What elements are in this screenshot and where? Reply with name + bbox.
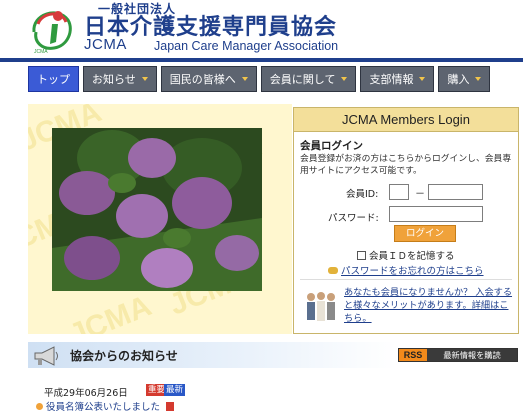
nav-item-news[interactable]: お知らせ bbox=[83, 66, 157, 92]
login-button[interactable]: ログイン bbox=[394, 225, 456, 242]
svg-text:JCMA: JCMA bbox=[34, 49, 48, 54]
main-navigation: トップ お知らせ 国民の皆様へ 会員に関して 支部情報 購入 bbox=[0, 58, 523, 92]
chevron-down-icon bbox=[141, 77, 148, 81]
hero-banner: JCMA JCMA JCMA JCMA JCMA bbox=[28, 104, 292, 334]
nav-item-public[interactable]: 国民の皆様へ bbox=[160, 66, 257, 92]
nav-item-top[interactable]: トップ bbox=[28, 66, 79, 92]
login-description: 会員登録がお済の方はこちらからログインし、会員専用サイトにアクセス可能です。 bbox=[300, 154, 512, 176]
chevron-down-icon bbox=[341, 77, 348, 81]
remember-id-label: 会員ＩＤを記憶する bbox=[369, 251, 455, 262]
nav-item-label: 支部情報 bbox=[369, 73, 414, 86]
chevron-down-icon bbox=[241, 77, 248, 81]
rss-subscribe-label: 最新情報を購読 bbox=[427, 349, 517, 361]
org-abbreviation: JCMA bbox=[84, 36, 127, 53]
member-id-input[interactable] bbox=[428, 184, 483, 200]
nav-item-branches[interactable]: 支部情報 bbox=[360, 66, 435, 92]
new-badge: 最新 bbox=[164, 384, 186, 396]
rss-icon: RSS bbox=[399, 349, 427, 361]
megaphone-icon bbox=[34, 346, 58, 366]
watermark-text: JCMA bbox=[64, 289, 156, 334]
nav-item-members[interactable]: 会員に関して bbox=[260, 66, 357, 92]
member-id-separator: － bbox=[415, 189, 425, 200]
nav-item-label: お知らせ bbox=[92, 73, 136, 86]
membership-promo-link[interactable]: あなたも会員になりませんか？ 入会すると様々なメリットがあります。詳細はこちら。 bbox=[344, 286, 514, 325]
login-heading: 会員ログイン bbox=[300, 140, 363, 152]
chevron-down-icon bbox=[475, 77, 482, 81]
nav-item-label: 会員に関して bbox=[269, 73, 336, 86]
page: JCMA 一般社団法人 日本介護支援専門員協会 JCMA Japan Care … bbox=[0, 0, 523, 420]
forgot-password-label: パスワードをお忘れの方はこちら bbox=[341, 266, 484, 277]
member-login-panel: JCMA Members Login 会員ログイン 会員登録がお済の方はこちらか… bbox=[293, 107, 519, 334]
nav-item-label: 購入 bbox=[447, 73, 470, 86]
password-label: パスワード: bbox=[328, 213, 379, 224]
login-panel-title: JCMA Members Login bbox=[294, 108, 518, 132]
password-input[interactable] bbox=[389, 206, 483, 222]
nav-item-label: 国民の皆様へ bbox=[169, 73, 236, 86]
news-date: 平成29年06月26日 bbox=[44, 388, 128, 399]
remember-id-checkbox[interactable] bbox=[357, 250, 366, 260]
chevron-down-icon bbox=[419, 77, 426, 81]
member-id-prefix-input[interactable] bbox=[389, 184, 409, 200]
news-item-label: 役員名簿公表いたしました bbox=[46, 402, 161, 413]
nav-menu: トップ お知らせ 国民の皆様へ 会員に関して 支部情報 購入 bbox=[28, 66, 491, 92]
login-divider bbox=[300, 279, 512, 280]
pdf-icon bbox=[166, 401, 175, 411]
jcma-logo-icon[interactable]: JCMA bbox=[28, 2, 78, 54]
rss-subscribe-button[interactable]: RSS 最新情報を購読 bbox=[398, 348, 518, 362]
member-id-label: 会員ID: bbox=[346, 189, 379, 200]
key-icon bbox=[328, 266, 338, 274]
members-group-icon bbox=[307, 292, 335, 321]
org-english-name: Japan Care Manager Association bbox=[154, 39, 339, 53]
nav-item-purchase[interactable]: 購入 bbox=[438, 66, 491, 92]
forgot-password-link[interactable]: パスワードをお忘れの方はこちら bbox=[328, 263, 484, 277]
bullet-icon bbox=[36, 402, 43, 410]
hydrangea-photo bbox=[52, 128, 262, 291]
site-header: JCMA 一般社団法人 日本介護支援専門員協会 JCMA Japan Care … bbox=[0, 0, 523, 58]
nav-item-label: トップ bbox=[37, 73, 70, 86]
remember-id-option[interactable]: 会員ＩＤを記憶する bbox=[357, 248, 455, 262]
news-section-title: 協会からのお知らせ bbox=[70, 349, 178, 363]
news-item-link[interactable]: 役員名簿公表いたしました bbox=[36, 399, 175, 413]
